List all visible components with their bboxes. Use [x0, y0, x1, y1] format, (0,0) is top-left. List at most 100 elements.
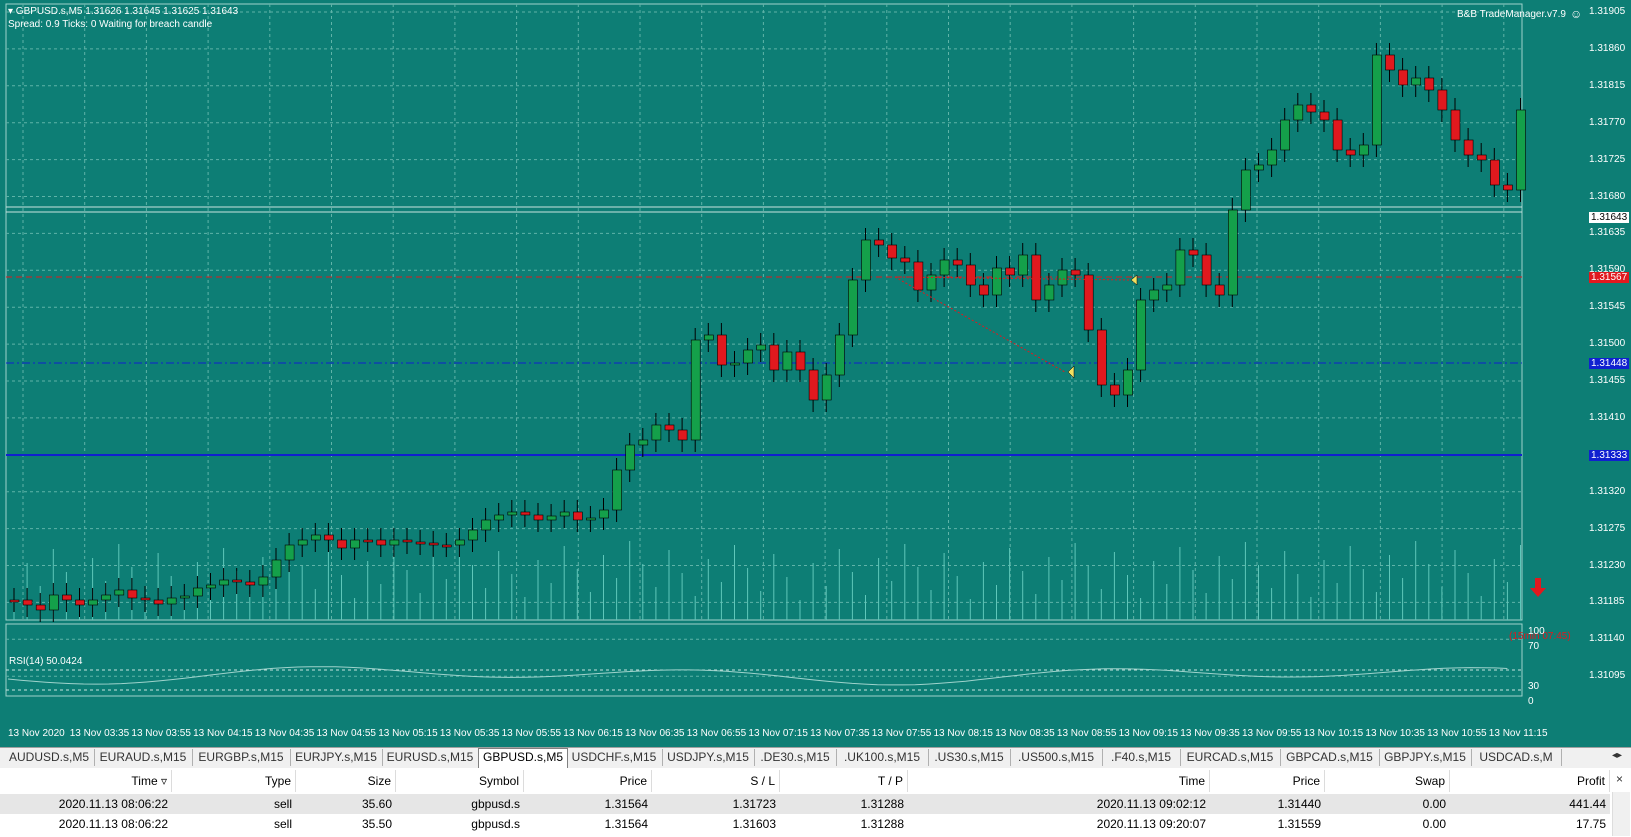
candle-body — [900, 257, 911, 263]
price-axis-label: 1.31230 — [1589, 559, 1626, 571]
candle-body — [1241, 169, 1251, 211]
tab-symbol[interactable]: AUDUSD.s,M5 — [4, 749, 95, 766]
candle-body — [1490, 159, 1500, 186]
candle-body — [1057, 269, 1068, 286]
tab-symbol[interactable]: EURCAD.s,M15 — [1180, 749, 1281, 766]
tab-symbol[interactable]: USDJPY.s,M15 — [662, 749, 755, 766]
current-price-box: 1.31643 — [1589, 212, 1630, 223]
candle-body — [952, 259, 963, 266]
tab-symbol[interactable]: .F40.s,M15 — [1102, 749, 1181, 766]
candle-body — [1228, 209, 1238, 296]
candle-body — [1018, 254, 1029, 276]
tabs-scroll-icon[interactable]: ◂▸ — [1612, 750, 1622, 761]
candle-body — [350, 539, 360, 549]
candle-body — [1306, 104, 1317, 113]
candle-body — [1411, 77, 1421, 86]
table-cell: 1.31559 — [1277, 817, 1321, 831]
table-row[interactable]: 2020.11.13 08:06:22 sell 35.60 gbpusd.s 1.31… — [0, 794, 1610, 814]
candle-body — [127, 589, 138, 599]
candle-body — [808, 369, 819, 401]
tab-symbol[interactable]: EURUSD.s,M15 — [382, 749, 479, 766]
candle-body — [612, 469, 622, 511]
column-header[interactable]: S / L — [652, 770, 780, 792]
tab-symbol[interactable]: .UK100.s,M15 — [836, 749, 929, 766]
candle-body — [140, 597, 151, 601]
price-axis-label: 1.31725 — [1589, 153, 1626, 165]
tab-symbol[interactable]: EURAUD.s,M15 — [94, 749, 193, 766]
close-icon[interactable]: × — [1616, 772, 1623, 786]
column-header[interactable]: Price — [524, 770, 652, 792]
time-axis-label: 13 Nov 06:35 — [625, 728, 685, 739]
candle-body — [245, 581, 256, 586]
time-axis-label: 13 Nov 03:55 — [131, 728, 191, 739]
time-axis-label: 13 Nov 07:15 — [748, 728, 808, 739]
price-axis-label: 1.31680 — [1589, 190, 1626, 202]
tab-symbol[interactable]: .DE30.s,M15 — [754, 749, 837, 766]
column-header[interactable]: T / P — [780, 770, 908, 792]
candle-body — [1005, 267, 1015, 276]
candlestick-plot[interactable] — [0, 0, 1631, 747]
column-header[interactable]: Price — [1210, 770, 1325, 792]
column-header[interactable]: Profit — [1450, 770, 1610, 792]
scrollbar[interactable] — [1612, 792, 1630, 836]
time-axis-label: 13 Nov 05:35 — [439, 728, 500, 739]
entry-price-box: 1.31567 — [1589, 272, 1630, 283]
candle-body — [1083, 274, 1094, 331]
tab-symbol[interactable]: USDCHF.s,M15 — [566, 749, 663, 766]
candle-body — [9, 599, 20, 603]
candle-body — [520, 511, 531, 516]
time-axis-label: 13 Nov 10:35 — [1365, 728, 1425, 739]
candle-body — [1345, 149, 1356, 156]
candle-body — [180, 595, 190, 599]
tab-symbol[interactable]: .US500.s,M15 — [1010, 749, 1103, 766]
column-header[interactable]: Size — [296, 770, 396, 792]
tab-symbol[interactable]: EURGBP.s,M15 — [192, 749, 291, 766]
candle-body — [153, 599, 164, 605]
candle-body — [625, 444, 636, 471]
candle-body — [1372, 54, 1382, 146]
candle-body — [402, 539, 413, 543]
candle-body — [1136, 299, 1146, 371]
time-axis-label: 13 Nov 07:35 — [810, 728, 870, 739]
price-chart[interactable]: ▾ GBPUSD.s,M5 1.31626 1.31645 1.31625 1.… — [0, 0, 1631, 747]
candle-body — [559, 511, 570, 517]
candle-body — [1476, 154, 1487, 161]
column-header[interactable]: Symbol — [396, 770, 524, 792]
price-axis-label: 1.31815 — [1589, 79, 1626, 91]
tab-symbol[interactable]: USDCAD.s,M — [1471, 749, 1562, 766]
time-axis-label: 13 Nov 06:15 — [563, 728, 623, 739]
time-axis-label: 13 Nov 06:55 — [686, 728, 747, 739]
candles — [9, 43, 1526, 622]
column-header[interactable]: Swap — [1325, 770, 1450, 792]
time-axis-label: 13 Nov 05:15 — [378, 728, 438, 739]
smiley-icon: ☺ — [1570, 7, 1583, 21]
candle-body — [1398, 69, 1408, 86]
candle-body — [717, 334, 727, 366]
candle-body — [939, 259, 950, 276]
table-cell: 2020.11.13 08:06:22 — [58, 817, 168, 831]
candle-body — [88, 599, 98, 606]
candle-body — [1188, 249, 1199, 256]
tab-symbol[interactable]: .US30.s,M15 — [928, 749, 1011, 766]
candle-body — [1280, 119, 1290, 151]
candle-body — [494, 514, 505, 521]
time-axis-label: 13 Nov 04:15 — [193, 728, 253, 739]
tab-symbol[interactable]: GBPCAD.s,M15 — [1280, 749, 1380, 766]
candle-body — [193, 587, 203, 597]
rsi-axis-label: 30 — [1528, 681, 1540, 692]
tab-symbol[interactable]: GBPJPY.s,M15 — [1379, 749, 1472, 766]
candle-body — [782, 351, 793, 371]
candle-body — [441, 544, 452, 548]
column-header[interactable]: Time — [908, 770, 1210, 792]
tab-symbol[interactable]: EURJPY.s,M15 — [290, 749, 383, 766]
column-header[interactable]: Time ▿ — [0, 770, 172, 792]
time-axis-label: 13 Nov 08:15 — [933, 728, 994, 739]
table-row[interactable]: 2020.11.13 08:06:22 sell 35.50 gbpusd.s 1.31… — [0, 814, 1610, 834]
table-cell: 17.75 — [1575, 817, 1606, 831]
candle-body — [75, 599, 85, 606]
candle-body — [337, 539, 347, 549]
column-header[interactable]: Type — [172, 770, 296, 792]
tab-symbol[interactable]: GBPUSD.s,M5 — [478, 748, 568, 768]
candle-body — [206, 584, 216, 589]
time-axis-label: 13 Nov 08:35 — [995, 728, 1055, 739]
